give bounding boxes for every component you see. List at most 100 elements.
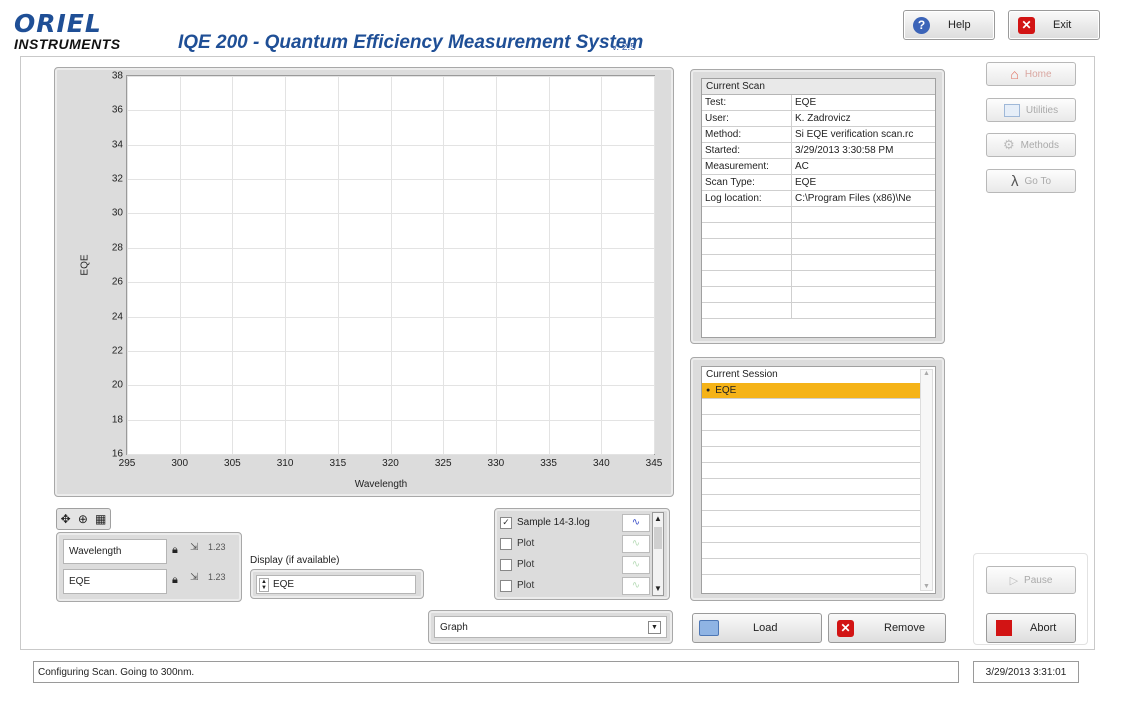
plot-item[interactable]: Plot ∿: [500, 575, 650, 596]
zoom-icon[interactable]: ⊕: [78, 512, 88, 526]
utilities-button[interactable]: Utilities: [986, 98, 1076, 122]
help-icon: ?: [913, 16, 930, 34]
remove-button[interactable]: ✕ Remove: [828, 613, 946, 643]
scan-row-key: [702, 206, 792, 223]
pause-icon: ▷: [1009, 574, 1019, 587]
session-item[interactable]: [702, 415, 921, 431]
pause-button[interactable]: ▷ Pause: [986, 566, 1076, 594]
scan-row: User: K. Zadrovicz: [702, 110, 935, 127]
methods-icon: ⚙: [1002, 137, 1015, 152]
plot-item[interactable]: Plot ∿: [500, 554, 650, 575]
current-scan-table: Test: EQE User: K. Zadrovicz Method: Si EQE v…: [702, 95, 935, 319]
spinner-icon[interactable]: ▲ ▼: [259, 577, 269, 592]
scan-row-key: [702, 254, 792, 271]
chevron-down-icon[interactable]: ▼: [648, 620, 661, 634]
y-tick-label: 32: [111, 173, 123, 185]
plot-checkbox[interactable]: [500, 558, 512, 571]
bullet-icon: ●: [706, 387, 711, 394]
scan-row: Method: Si EQE verification scan.rc: [702, 126, 935, 143]
pan-icon[interactable]: ▦: [95, 512, 106, 526]
plot-item-label: Sample 14-3.log: [517, 517, 590, 528]
help-button-label: Help: [948, 19, 971, 31]
session-scrollbar[interactable]: ▲ ▼: [920, 369, 933, 591]
current-scan-title: Current Scan: [702, 79, 935, 95]
x-tick-label: 340: [592, 458, 610, 469]
status-message: Configuring Scan. Going to 300nm.: [33, 661, 959, 683]
stop-icon: [996, 620, 1012, 636]
grid-line-vertical: [495, 76, 497, 454]
y-tick-label: 38: [111, 70, 123, 82]
y-scale-name[interactable]: EQE: [63, 569, 167, 594]
cursor-move-icon[interactable]: ✥: [61, 512, 71, 526]
home-button[interactable]: ⌂ Home: [986, 62, 1076, 86]
scroll-up-icon[interactable]: ▲: [921, 370, 932, 377]
plot-list-scrollbar[interactable]: ▲ ▼: [652, 512, 664, 596]
abort-button[interactable]: Abort: [986, 613, 1076, 643]
scroll-thumb[interactable]: [654, 527, 662, 549]
session-item[interactable]: [702, 495, 921, 511]
scan-row: Log location: C:\Program Files (x86)\Ne: [702, 190, 935, 207]
plot-style-swatch-icon[interactable]: ∿: [622, 555, 650, 574]
plot-style-swatch-icon[interactable]: ∿: [622, 534, 650, 553]
session-item[interactable]: ● EQE: [702, 383, 921, 399]
plot-style-swatch-icon[interactable]: ∿: [622, 576, 650, 595]
y-axis-label: EQE: [79, 254, 91, 276]
x-tick-label: 320: [382, 458, 399, 469]
lock-icon[interactable]: 🔒︎: [172, 544, 178, 557]
scan-row-value: [791, 254, 935, 271]
plot-item[interactable]: ✓ Sample 14-3.log ∿: [500, 512, 650, 533]
plot-checkbox[interactable]: ✓: [500, 516, 512, 529]
session-item[interactable]: [702, 447, 921, 463]
display-select[interactable]: ▲ ▼ EQE: [256, 575, 416, 594]
scan-row-key: Log location:: [702, 190, 792, 207]
scan-row: [702, 286, 935, 303]
close-icon: ✕: [837, 619, 854, 637]
goto-button[interactable]: λ Go To: [986, 169, 1076, 193]
y-tick-label: 24: [111, 311, 123, 323]
plot-item-label: Plot: [517, 538, 535, 549]
y-format-value[interactable]: 1.23: [208, 572, 226, 582]
scan-row-value: [791, 206, 935, 223]
session-item[interactable]: [702, 479, 921, 495]
x-tick-label: 335: [540, 458, 557, 469]
plot-style-swatch-icon[interactable]: ∿: [622, 513, 650, 532]
methods-button[interactable]: ⚙ Methods: [986, 133, 1076, 157]
view-select[interactable]: Graph ▼: [434, 616, 667, 638]
session-item[interactable]: [702, 431, 921, 447]
plot-checkbox[interactable]: [500, 537, 512, 550]
plot-item-label: Plot: [517, 580, 535, 591]
session-item[interactable]: [702, 399, 921, 415]
session-item[interactable]: [702, 543, 921, 559]
current-session-list: ● EQE: [702, 383, 921, 575]
exit-button[interactable]: ✕ Exit: [1008, 10, 1100, 40]
scroll-down-icon[interactable]: ▼: [921, 583, 932, 590]
x-scale-name[interactable]: Wavelength: [63, 539, 167, 564]
scan-row: [702, 254, 935, 271]
grid-line-vertical: [179, 76, 181, 454]
graph-plot-area[interactable]: 16 18 20 22 24 26 28 30 32 34 36 38 295 300 305 310 315 3…: [112, 71, 662, 470]
x-format-value[interactable]: 1.23: [208, 542, 226, 552]
grid-line-vertical: [443, 76, 445, 454]
y-autoscale-icon[interactable]: ⇲: [190, 572, 198, 583]
scan-row-value: EQE: [791, 174, 935, 191]
scroll-up-icon[interactable]: ▲: [653, 513, 663, 525]
session-item[interactable]: [702, 511, 921, 527]
plot-item[interactable]: Plot ∿: [500, 533, 650, 554]
scan-row-value: K. Zadrovicz: [791, 110, 935, 127]
help-button[interactable]: ? Help: [903, 10, 995, 40]
scroll-down-icon[interactable]: ▼: [653, 583, 663, 595]
session-item[interactable]: [702, 463, 921, 479]
scan-row: [702, 302, 935, 319]
session-item-label: EQE: [715, 385, 737, 396]
x-autoscale-icon[interactable]: ⇲: [190, 542, 198, 553]
scan-row: Started: 3/29/2013 3:30:58 PM: [702, 142, 935, 159]
scan-row-value: [791, 222, 935, 239]
remove-button-label: Remove: [884, 622, 925, 634]
load-button[interactable]: Load: [692, 613, 822, 643]
lock-icon[interactable]: 🔒︎: [172, 574, 178, 587]
y-tick-label: 28: [111, 242, 123, 254]
session-item[interactable]: [702, 527, 921, 543]
plot-checkbox[interactable]: [500, 579, 512, 592]
session-item[interactable]: [702, 559, 921, 575]
x-tick-label: 310: [276, 458, 294, 469]
